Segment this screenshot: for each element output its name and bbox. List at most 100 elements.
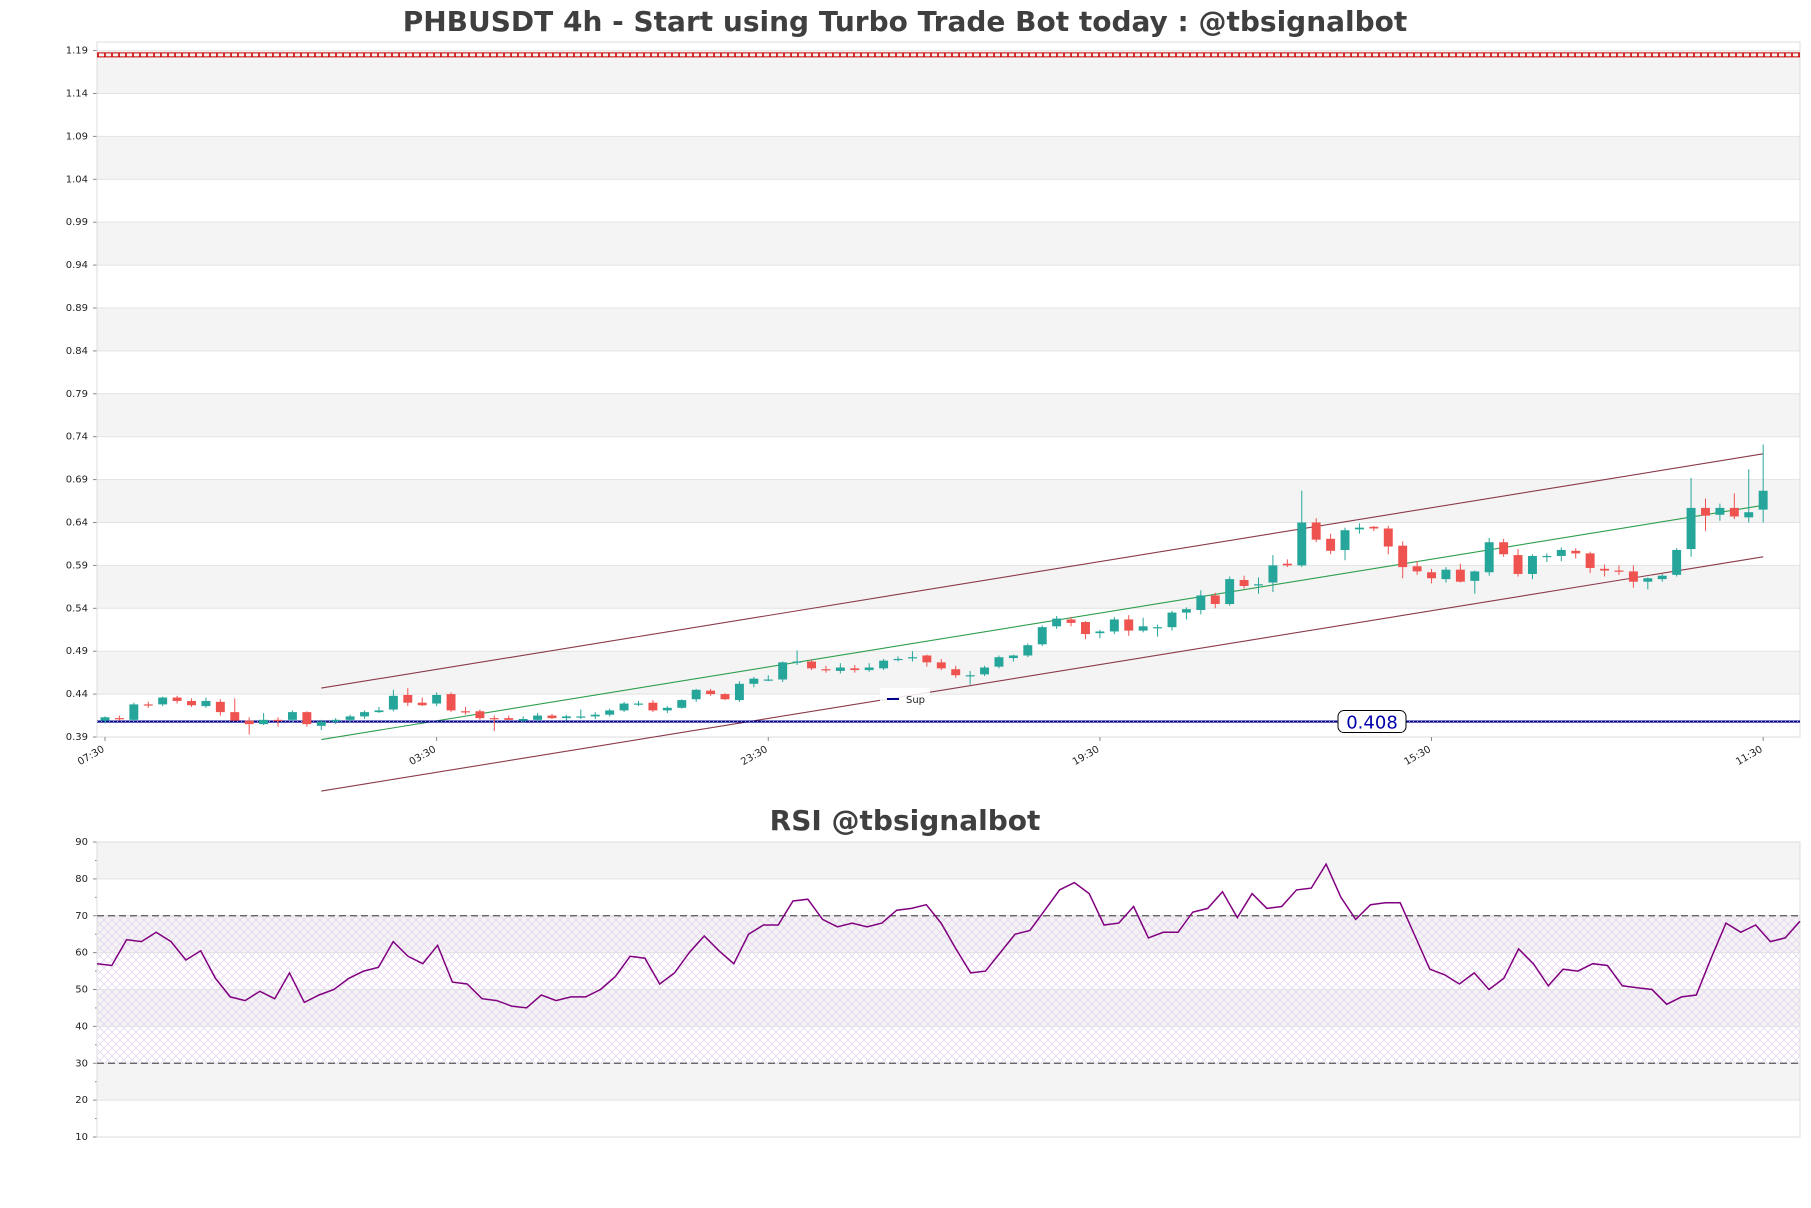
- y-tick-label: 0.79: [66, 389, 88, 400]
- grid-band: [97, 307, 1800, 351]
- y-tick-label: 1.14: [66, 88, 88, 99]
- candle-body: [763, 679, 773, 681]
- candle-body: [1095, 631, 1105, 634]
- candle-body: [590, 714, 600, 717]
- candle-body: [893, 658, 903, 661]
- y-tick-label: 0.69: [66, 475, 88, 486]
- y-tick-label: 1.04: [66, 174, 88, 185]
- candle-body: [1153, 627, 1163, 629]
- candle-body: [432, 694, 442, 704]
- candle-body: [1499, 542, 1509, 555]
- candle-body: [1715, 507, 1725, 515]
- candle-body: [1643, 578, 1653, 582]
- candle-body: [1340, 530, 1350, 550]
- candle-body: [360, 712, 370, 717]
- candle-body: [720, 694, 730, 700]
- y-tick-label: 0.39: [66, 732, 88, 743]
- y-tick-label: 50: [75, 985, 88, 996]
- y-tick-label: 80: [75, 874, 88, 885]
- channel-mid-line: [321, 504, 1764, 741]
- candle-body: [1484, 542, 1494, 573]
- candle-body: [1037, 627, 1047, 645]
- candle-body: [922, 655, 932, 663]
- rsi-panel: 10 20 30 40 50 60 70 80 90: [75, 837, 1801, 1143]
- candle-body: [1600, 568, 1610, 571]
- candle-body: [1513, 555, 1523, 574]
- y-tick-label: 30: [75, 1058, 88, 1069]
- grid-band: [97, 1063, 1800, 1101]
- x-tick-label: 11:30: [1734, 744, 1764, 768]
- candle-body: [172, 697, 182, 701]
- x-tick-label: 15:30: [1403, 744, 1433, 768]
- candle-body: [1109, 619, 1119, 632]
- candle-body: [691, 689, 701, 700]
- candle-body: [1686, 507, 1696, 550]
- candle-body: [1210, 595, 1220, 605]
- candle-body: [1441, 569, 1451, 580]
- candle-body: [331, 719, 341, 722]
- candle-body: [1354, 527, 1364, 530]
- candle-body: [114, 718, 124, 720]
- chart-canvas: PHBUSDT 4h - Start using Turbo Trade Bot…: [66, 5, 1801, 1143]
- x-tick-label: 19:30: [1071, 744, 1101, 768]
- candle-body: [1369, 526, 1379, 529]
- candle-body: [648, 702, 658, 711]
- candle-body: [1023, 645, 1033, 656]
- candle-body: [287, 712, 297, 720]
- candle-body: [605, 710, 615, 715]
- candle-body: [1181, 609, 1191, 613]
- y-tick-label: 0.59: [66, 560, 88, 571]
- grid-band: [97, 842, 1800, 879]
- candle-body: [143, 704, 153, 706]
- candle-body: [230, 712, 240, 721]
- candle-body: [1527, 555, 1537, 574]
- candle-body: [273, 719, 283, 722]
- candle-body: [706, 690, 716, 695]
- y-tick-label: 1.09: [66, 131, 88, 142]
- candle-body: [1383, 528, 1393, 547]
- candle-body: [778, 662, 788, 680]
- candle-body: [1744, 512, 1754, 518]
- candle-body: [1297, 522, 1307, 566]
- candle-body: [158, 697, 168, 705]
- rsi-chart-title: RSI @tbsignalbot: [770, 804, 1041, 837]
- y-tick-label: 1.19: [66, 46, 88, 57]
- candle-body: [734, 683, 744, 701]
- candle-body: [1225, 579, 1235, 605]
- candle-body: [619, 703, 629, 711]
- sup-value-label: 0.408: [1346, 713, 1398, 734]
- candle-body: [403, 694, 413, 703]
- candle-body: [302, 712, 312, 725]
- y-tick-label: 0.99: [66, 217, 88, 228]
- candle-body: [1124, 619, 1134, 631]
- candle-body: [980, 667, 990, 675]
- y-tick-label: 0.49: [66, 646, 88, 657]
- legend: Sup: [880, 688, 930, 708]
- candle-body: [461, 711, 470, 713]
- candle-body: [475, 711, 485, 719]
- candle-body: [1470, 571, 1480, 581]
- candle-body: [417, 702, 427, 706]
- grid-band: [97, 479, 1800, 523]
- candle-body: [1311, 522, 1321, 540]
- candle-body: [100, 717, 110, 721]
- candle-body: [1167, 612, 1177, 628]
- y-tick-label: 40: [75, 1021, 88, 1032]
- candle-body: [662, 707, 672, 711]
- y-tick-label: 0.64: [66, 517, 88, 528]
- candle-body: [907, 657, 917, 659]
- candle-body: [936, 662, 946, 669]
- y-tick-label: 90: [75, 837, 88, 848]
- candle-body: [1268, 565, 1278, 583]
- y-tick-label: 0.54: [66, 603, 88, 614]
- candle-body: [1542, 555, 1552, 558]
- candle-body: [864, 667, 874, 671]
- candle-body: [1701, 507, 1710, 516]
- x-tick-label: 03:30: [408, 744, 438, 768]
- candle-body: [576, 716, 586, 718]
- candle-body: [1138, 626, 1148, 631]
- candle-body: [129, 704, 139, 720]
- candle-body: [850, 668, 860, 671]
- grid-band: [97, 651, 1800, 695]
- candle-body: [1052, 618, 1062, 627]
